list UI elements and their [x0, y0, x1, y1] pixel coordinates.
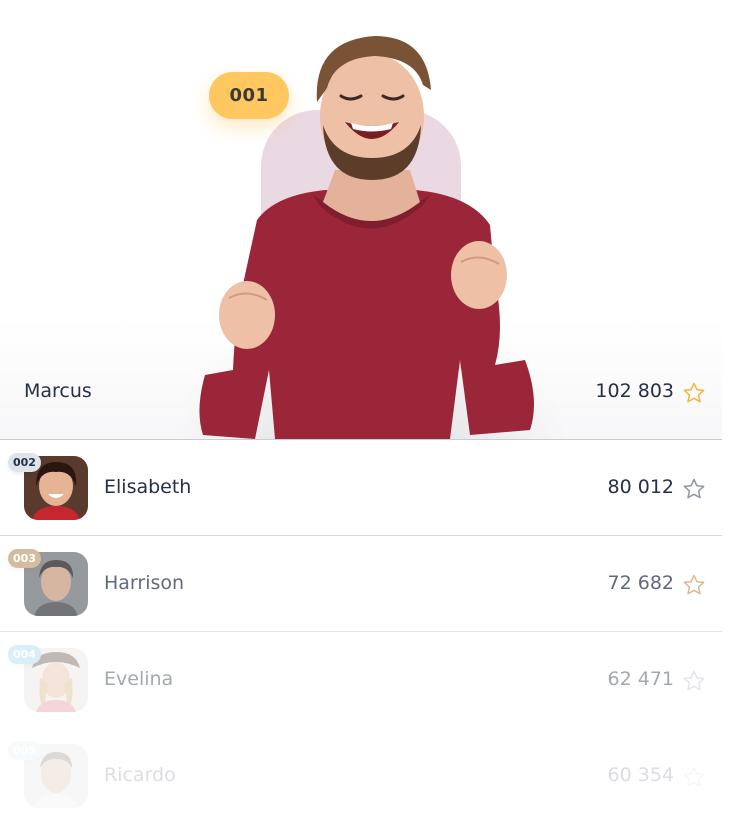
favorite-star-icon[interactable] [682, 765, 706, 789]
favorite-star-icon[interactable] [682, 573, 706, 597]
player-name: Harrison [104, 572, 185, 594]
winner-name: Marcus [24, 380, 92, 402]
rank-badge: 002 [8, 453, 41, 472]
leaderboard-row-005[interactable]: 005 Ricardo 60 354 [0, 728, 722, 824]
player-score: 80 012 [607, 476, 674, 498]
player-name: Evelina [104, 668, 174, 690]
rank-badge: 003 [8, 549, 41, 568]
winner-score: 102 803 [595, 380, 674, 402]
favorite-star-icon[interactable] [682, 381, 706, 405]
rank-badge: 005 [8, 741, 41, 760]
winner-card[interactable]: 001 Marcus 102 803 [0, 0, 722, 440]
favorite-star-icon[interactable] [682, 669, 706, 693]
winner-rank-badge: 001 [209, 72, 289, 119]
rank-badge: 004 [8, 645, 41, 664]
favorite-star-icon[interactable] [682, 477, 706, 501]
player-score: 62 471 [607, 668, 674, 690]
player-name: Elisabeth [104, 476, 192, 498]
leaderboard-row-003[interactable]: 003 Harrison 72 682 [0, 536, 722, 632]
player-name: Ricardo [104, 764, 176, 786]
player-score: 60 354 [607, 764, 674, 786]
leaderboard-row-004[interactable]: 004 Evelina 62 471 [0, 632, 722, 728]
player-score: 72 682 [607, 572, 674, 594]
leaderboard-row-002[interactable]: 002 Elisabeth 80 012 [0, 440, 722, 536]
